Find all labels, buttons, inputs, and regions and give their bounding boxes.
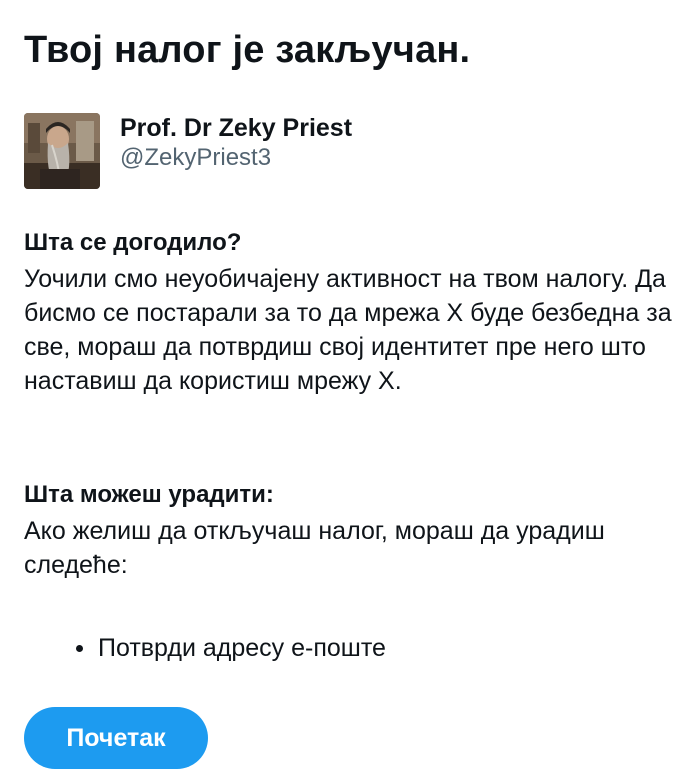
start-button[interactable]: Почетак — [24, 707, 208, 769]
what-to-do-heading: Шта можеш урадити: — [24, 481, 274, 508]
avatar — [24, 113, 100, 189]
what-to-do-section: Шта можеш урадити: Ако желиш да откључаш… — [24, 478, 674, 582]
what-happened-section: Шта се догодило? Уочили смо неуобичајену… — [24, 226, 674, 398]
what-happened-body: Уочили смо неуобичајену активност на тво… — [24, 265, 672, 395]
step-label: Потврди адресу е-поште — [98, 633, 386, 662]
what-happened-heading: Шта се догодило? — [24, 229, 242, 256]
page-title: Твој налог је закључан. — [24, 29, 471, 71]
locked-account-page: Твој налог је закључан. Prof. Dr Zeky Pr… — [0, 0, 690, 779]
account-summary: Prof. Dr Zeky Priest @ZekyPriest3 — [24, 113, 352, 189]
what-to-do-body: Ако желиш да откључаш налог, мораш да ур… — [24, 517, 605, 579]
account-text: Prof. Dr Zeky Priest @ZekyPriest3 — [120, 113, 352, 173]
account-handle: @ZekyPriest3 — [120, 144, 272, 171]
required-steps-list: Потврди адресу е-поште — [24, 630, 386, 666]
bullet-icon — [76, 644, 83, 652]
list-item: Потврди адресу е-поште — [24, 630, 386, 666]
display-name: Prof. Dr Zeky Priest — [120, 114, 353, 142]
avatar-photo — [24, 113, 100, 189]
